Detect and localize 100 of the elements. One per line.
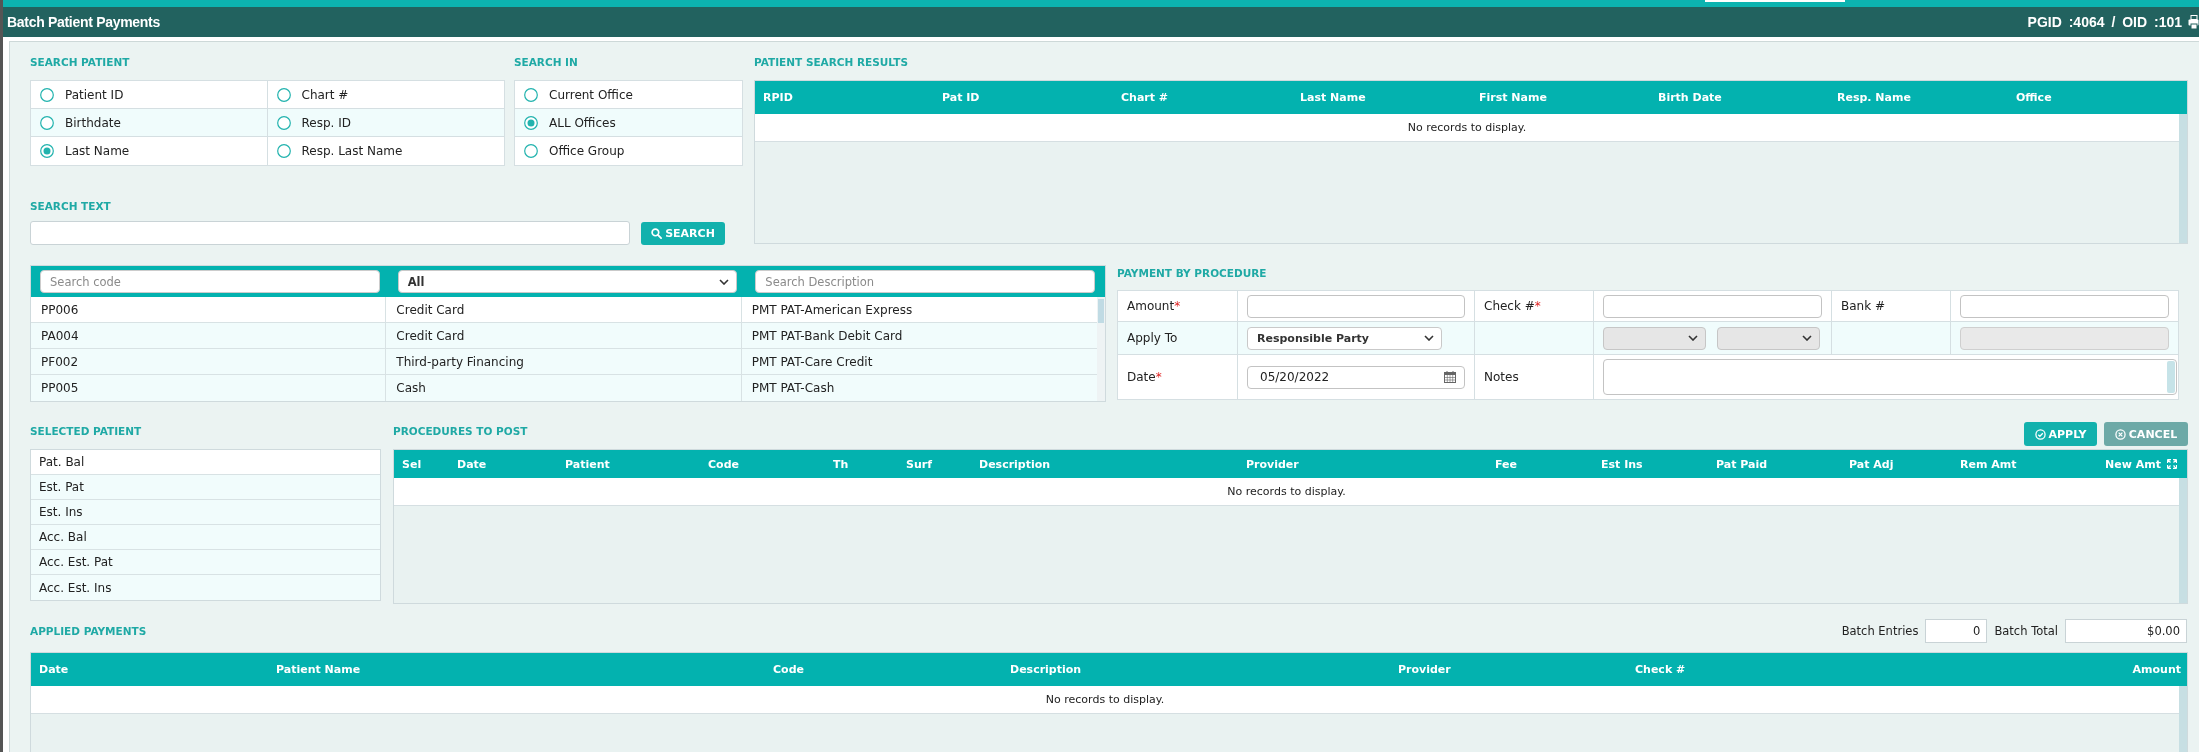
chevron-down-icon: [1424, 335, 1434, 341]
field-label: Bank #: [1832, 291, 1951, 322]
dropdown[interactable]: Responsible Party: [1247, 326, 1442, 350]
calendar-icon[interactable]: [1444, 371, 1456, 383]
column-header: Amount: [2131, 663, 2182, 676]
batch-total-field[interactable]: $0.00: [2065, 619, 2187, 643]
table-cell: PF002: [31, 349, 387, 374]
column-header: Code: [772, 663, 805, 676]
search-icon: [651, 227, 663, 239]
column-header: Description: [1009, 663, 1083, 676]
section-title: PATIENT SEARCH RESULTS: [754, 55, 909, 70]
column-header: Sel: [401, 457, 422, 471]
chevron-down-icon: [1688, 335, 1698, 341]
search-field[interactable]: [30, 221, 630, 245]
table-cell-text: PMT PAT-Cash: [750, 380, 836, 397]
column-header: Pat Paid: [1715, 457, 1768, 471]
page-title: Batch Patient Payments: [7, 14, 160, 30]
section-title: PAYMENT BY PROCEDURE: [1117, 266, 1268, 281]
scrollbar[interactable]: [2179, 478, 2187, 603]
radio-option[interactable]: Resp. ID: [276, 115, 351, 130]
column-header: First Name: [1478, 91, 1548, 104]
radio-option[interactable]: Office Group: [524, 144, 625, 158]
column-header: Patient Name: [275, 663, 362, 676]
table-cell: Acc. Bal: [31, 525, 380, 550]
scrollbar[interactable]: [1097, 297, 1105, 401]
column-header: Code: [707, 457, 739, 471]
column-header: New Amt: [2104, 457, 2161, 471]
x-circle-icon: [2114, 428, 2126, 440]
field-label: Batch Total: [1994, 624, 2058, 638]
column-header: Est Ins: [1600, 457, 1643, 471]
column-header: Date: [456, 457, 487, 471]
scrollbar-thumb[interactable]: [1098, 299, 1104, 323]
filter-field[interactable]: Search code: [40, 270, 380, 293]
empty-message: No records to display.: [1045, 693, 1165, 706]
table-cell: PP006: [31, 297, 387, 322]
scrollbar[interactable]: [2167, 361, 2175, 393]
input-field[interactable]: [1603, 294, 1822, 318]
chevron-down-icon: [1802, 335, 1812, 341]
column-header: Check #: [1634, 663, 1687, 676]
expand-icon[interactable]: [2166, 459, 2177, 469]
ids-label: PGID :4064 / OID :101: [2027, 14, 2182, 30]
column-header: Pat ID: [941, 91, 981, 104]
table-cell: Cash: [386, 375, 742, 401]
radio-option[interactable]: Resp. Last Name: [276, 144, 403, 158]
table-cell-text: PMT PAT-Bank Debit Card: [750, 327, 904, 345]
section-title: APPLIED PAYMENTS: [30, 624, 147, 639]
filter-dropdown[interactable]: All: [397, 270, 738, 293]
field-label: Apply To: [1118, 322, 1238, 355]
table-cell: Credit Card: [386, 323, 742, 348]
input-field[interactable]: [1960, 294, 2169, 318]
radio-option[interactable]: Chart #: [276, 87, 349, 102]
column-header: Resp. Name: [1836, 91, 1912, 104]
scrollbar[interactable]: [2179, 114, 2187, 243]
input-field[interactable]: [1247, 294, 1465, 318]
filter-field[interactable]: Search Description: [755, 270, 1095, 293]
printer-icon[interactable]: [2188, 14, 2199, 30]
column-header: Surf: [905, 457, 932, 471]
column-header: Rem Amt: [1959, 457, 2017, 471]
column-header: Description: [978, 457, 1051, 471]
column-header: Date: [38, 663, 70, 676]
column-header: Provider: [1245, 457, 1299, 471]
scrollbar[interactable]: [2179, 686, 2187, 752]
column-header: Pat Adj: [1848, 457, 1894, 471]
table-cell: PA004: [31, 323, 387, 348]
table-cell: Acc. Est. Ins: [31, 575, 380, 600]
section-title: SELECTED PATIENT: [30, 424, 142, 439]
column-header: Last Name: [1299, 91, 1367, 104]
column-header: Office: [2015, 91, 2053, 104]
field-label: Amount*: [1118, 291, 1238, 322]
column-header: Patient: [564, 457, 610, 471]
table-cell: Acc. Est. Pat: [31, 550, 380, 575]
chevron-down-icon: [719, 278, 730, 285]
field-label: Check #*: [1475, 291, 1594, 322]
section-title: SEARCH TEXT: [30, 199, 112, 214]
table-cell: PP005: [31, 375, 387, 401]
section-title: PROCEDURES TO POST: [393, 424, 528, 439]
column-header: Fee: [1494, 457, 1517, 471]
check-circle-icon: [2034, 428, 2046, 440]
radio-option[interactable]: Last Name: [40, 144, 130, 158]
column-header: Provider: [1397, 663, 1452, 676]
table-cell: Est. Ins: [31, 500, 380, 525]
column-header: Th: [832, 457, 849, 471]
batch-entries-field[interactable]: 0: [1925, 619, 1988, 643]
date-field[interactable]: 05/20/2022: [1247, 365, 1465, 389]
section-title: SEARCH IN: [514, 55, 579, 70]
table-cell: Credit Card: [386, 297, 742, 322]
table-cell: Third-party Financing: [386, 349, 742, 374]
field-label: Batch Entries: [1841, 624, 1919, 638]
column-header: Birth Date: [1657, 91, 1723, 104]
notes-field[interactable]: [1603, 359, 2177, 395]
radio-option[interactable]: Birthdate: [40, 115, 121, 130]
table-cell: Est. Pat: [31, 475, 380, 500]
section-title: SEARCH PATIENT: [30, 55, 131, 70]
radio-option[interactable]: Current Office: [524, 87, 633, 102]
radio-option[interactable]: Patient ID: [40, 87, 124, 102]
empty-message: No records to display.: [1407, 121, 1527, 134]
column-header: Chart #: [1120, 91, 1170, 104]
table-cell-text: PMT PAT-American Express: [750, 301, 914, 319]
column-header: RPID: [762, 91, 794, 104]
table-cell-text: PMT PAT-Care Credit: [750, 353, 874, 371]
